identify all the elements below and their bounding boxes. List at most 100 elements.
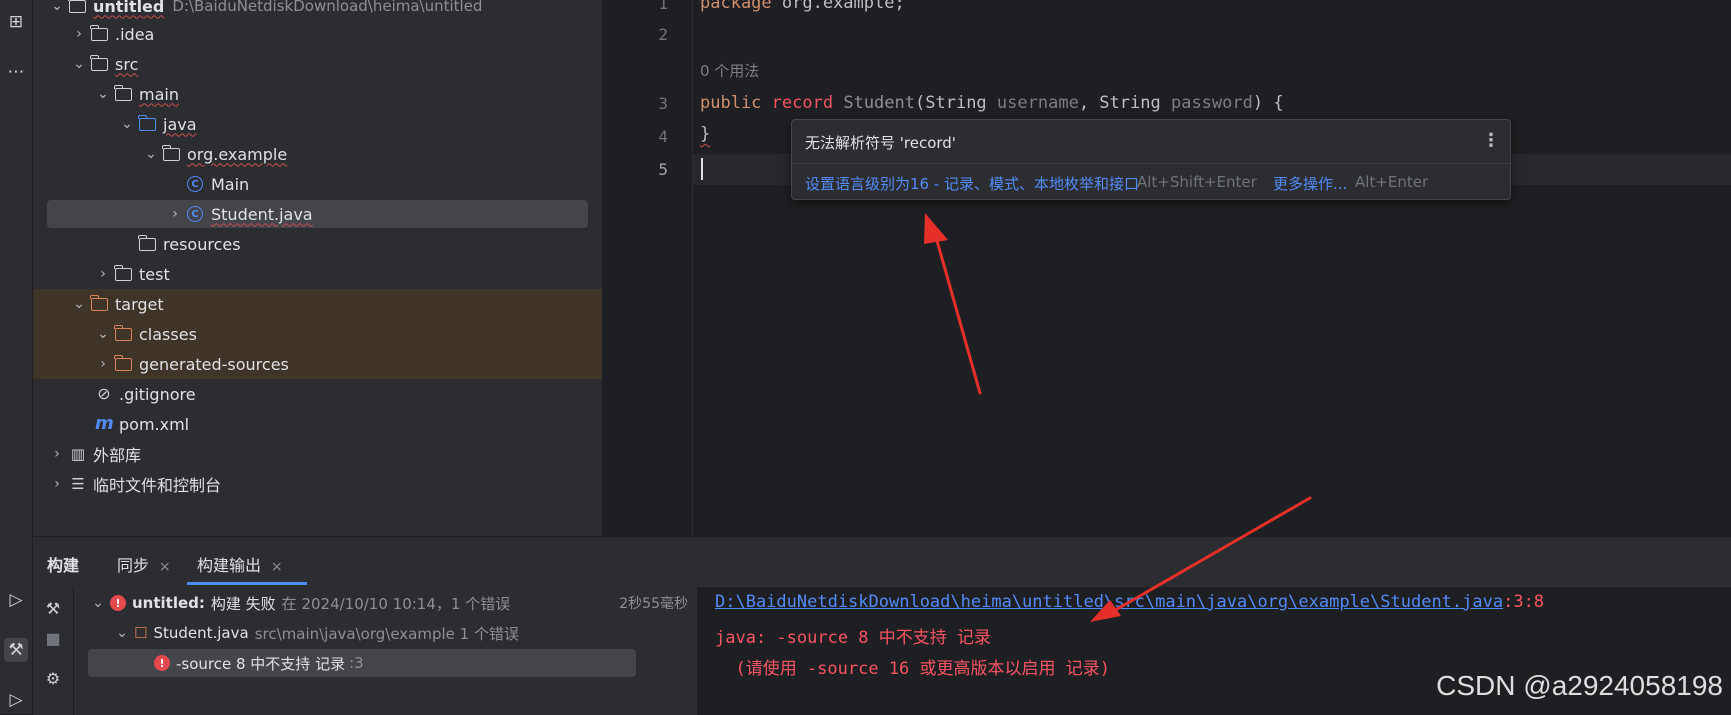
build-error-position: :3 — [349, 654, 364, 672]
line-number: 1 — [658, 0, 668, 13]
tree-item-label: src — [115, 54, 139, 74]
chevron-down-icon[interactable]: ⌄ — [95, 86, 111, 102]
tree-item-gitignore[interactable]: ⊘ .gitignore — [33, 379, 602, 409]
hammer-icon[interactable]: ⚒ — [42, 597, 64, 619]
tree-item-idea[interactable]: › .idea — [33, 19, 602, 49]
chevron-down-icon[interactable]: ⌄ — [143, 146, 159, 162]
console-line-1: D:\BaiduNetdiskDownload\heima\untitled\s… — [715, 592, 1544, 612]
chevron-down-icon[interactable]: ⌄ — [71, 296, 87, 312]
tab-sync[interactable]: 同步 × — [117, 552, 171, 576]
chevron-down-icon[interactable]: ⌄ — [95, 326, 111, 342]
tree-item-scratches[interactable]: › ☰ 临时文件和控制台 — [33, 469, 602, 499]
tree-item-label: classes — [139, 324, 197, 344]
chevron-down-icon[interactable]: ⌄ — [114, 625, 130, 641]
tab-build-title: 构建 — [47, 552, 79, 576]
more-tools-icon[interactable]: ⋯ — [4, 60, 28, 84]
tree-item-org-example[interactable]: ⌄ org.example — [33, 139, 602, 169]
tree-item-src[interactable]: ⌄ src — [33, 49, 602, 79]
build-tool-icon[interactable]: ⚒ — [4, 638, 28, 662]
gear-icon[interactable]: ⚙ — [42, 667, 64, 689]
line-number: 2 — [658, 25, 668, 44]
tree-item-test[interactable]: › test — [33, 259, 602, 289]
build-error-row[interactable]: ! -source 8 中不支持 记录 :3 — [74, 648, 696, 678]
tree-item-external-libraries[interactable]: › ▥ 外部库 — [33, 439, 602, 469]
popup-error-message: 无法解析符号 'record' — [805, 134, 956, 152]
vertical-dots-icon[interactable]: ⋮ — [1482, 130, 1500, 151]
tree-item-main[interactable]: ⌄ main — [33, 79, 602, 109]
closing-brace: } — [700, 124, 711, 144]
build-root-row[interactable]: ⌄ ! untitled: 构建 失败 在 2024/10/10 10:14，1… — [74, 588, 696, 618]
set-language-level-action[interactable]: 设置语言级别为16 - 记录、模式、本地枚举和接口 — [805, 173, 1139, 194]
usage-hint[interactable]: 0 个用法 — [700, 60, 759, 81]
chevron-down-icon[interactable]: ⌄ — [71, 56, 87, 72]
keyword-record-unresolved[interactable]: record — [772, 93, 833, 113]
error-location: :3:8 — [1503, 592, 1545, 612]
param-name: username — [996, 93, 1079, 113]
active-tab-indicator — [187, 582, 307, 585]
run-icon[interactable]: ▷ — [4, 688, 28, 712]
tab-label: 同步 — [117, 556, 150, 575]
error-icon: ! — [154, 655, 170, 671]
chevron-down-icon[interactable]: ⌄ — [90, 595, 106, 611]
param-type: String — [925, 93, 987, 113]
folder-icon — [114, 265, 133, 283]
build-file-row[interactable]: ⌄ ☐ Student.java src\main\java\org\examp… — [74, 618, 696, 648]
project-tree-panel: ⌄ untitled D:\BaiduNetdiskDownload\heima… — [33, 0, 602, 536]
build-duration: 2秒55毫秒 — [619, 596, 688, 612]
chevron-right-icon[interactable]: › — [49, 446, 65, 462]
build-status: 构建 失败 — [210, 594, 276, 613]
code-editor[interactable]: 1 2 3 4 5 package org.example; 0 个用法 pub… — [602, 0, 1731, 536]
chevron-right-icon[interactable]: › — [95, 356, 111, 372]
chevron-right-icon[interactable]: › — [71, 26, 87, 42]
build-file-detail: src\main\java\org\example 1 个错误 — [254, 624, 519, 643]
services-icon[interactable]: ▷ — [4, 588, 28, 612]
build-error-text: -source 8 中不支持 记录 — [176, 654, 346, 673]
close-icon[interactable]: × — [159, 559, 171, 575]
param-name: password — [1170, 93, 1253, 113]
tab-label: 构建 — [47, 556, 80, 575]
build-tab-bar: 构建 同步 × 构建输出 × — [33, 537, 1731, 587]
excluded-folder-icon — [114, 355, 133, 373]
tree-item-main-class[interactable]: C Main — [33, 169, 602, 199]
structure-icon[interactable]: ⊞ — [4, 10, 28, 34]
tree-item-label: test — [139, 264, 170, 284]
tree-item-classes[interactable]: ⌄ classes — [33, 319, 602, 349]
scratches-icon: ☰ — [71, 475, 85, 493]
tree-item-label: pom.xml — [119, 414, 190, 434]
tab-build-output[interactable]: 构建输出 × — [197, 552, 283, 576]
build-detail: 在 2024/10/10 10:14，1 个错误 — [281, 594, 511, 613]
folder-icon — [90, 55, 109, 73]
chevron-right-icon[interactable]: › — [167, 206, 183, 222]
chevron-right-icon[interactable]: › — [49, 476, 65, 492]
record-name: Student — [843, 93, 915, 113]
line-number: 4 — [658, 127, 668, 146]
source-folder-icon — [138, 115, 157, 133]
tree-item-java[interactable]: ⌄ java — [33, 109, 602, 139]
line-number: 3 — [658, 94, 668, 113]
more-actions-link[interactable]: 更多操作... — [1273, 173, 1347, 194]
tree-item-target[interactable]: ⌄ target — [33, 289, 602, 319]
resources-folder-icon — [138, 235, 157, 253]
package-icon — [162, 145, 181, 163]
chevron-down-icon[interactable]: ⌄ — [119, 116, 135, 132]
fix-shortcut: Alt+Shift+Enter — [1137, 173, 1257, 191]
tree-item-resources[interactable]: resources — [33, 229, 602, 259]
tree-item-label: generated-sources — [139, 354, 289, 374]
tab-label: 构建输出 — [197, 556, 262, 575]
tree-item-generated-sources[interactable]: › generated-sources — [33, 349, 602, 379]
maven-file-icon: m — [95, 413, 114, 434]
keyword-public: public — [700, 93, 762, 113]
tree-item-label: java — [163, 114, 197, 134]
chevron-down-icon[interactable]: ⌄ — [49, 0, 65, 14]
tree-item-student-java[interactable]: › C Student.java — [33, 199, 602, 229]
folder-icon — [90, 25, 109, 43]
tree-root-untitled[interactable]: ⌄ untitled D:\BaiduNetdiskDownload\heima… — [33, 0, 602, 21]
close-icon[interactable]: × — [271, 559, 283, 575]
tree-item-pom[interactable]: m pom.xml — [33, 409, 602, 439]
stop-icon[interactable]: ■ — [42, 627, 64, 649]
selection-highlight — [47, 200, 588, 228]
comma: , — [1078, 93, 1100, 113]
error-file-link[interactable]: D:\BaiduNetdiskDownload\heima\untitled\s… — [715, 592, 1503, 612]
chevron-right-icon[interactable]: › — [95, 266, 111, 282]
project-name: untitled — [93, 0, 165, 16]
